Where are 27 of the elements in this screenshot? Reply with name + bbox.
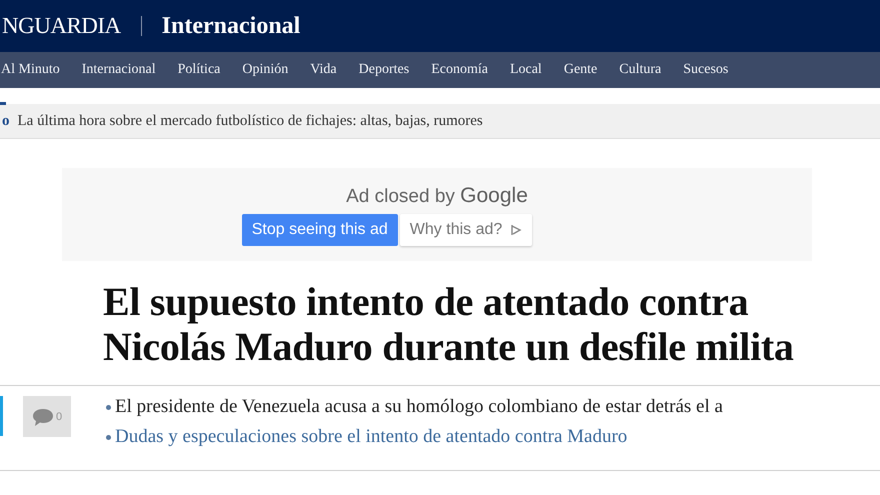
nav-link[interactable]: Internacional bbox=[70, 62, 167, 78]
nav-link[interactable]: Local bbox=[498, 62, 553, 78]
nav-link[interactable]: Al Minuto bbox=[0, 62, 71, 78]
speech-bubble-icon bbox=[32, 406, 54, 426]
ticker-tag: o bbox=[2, 112, 10, 130]
comment-count: 0 bbox=[56, 410, 62, 422]
ad-closed-message: Ad closed by Google bbox=[346, 184, 528, 208]
play-icon bbox=[510, 224, 522, 236]
nav-link[interactable]: Sucesos bbox=[672, 62, 740, 78]
nav-link[interactable]: Vida bbox=[299, 62, 348, 78]
headline: El supuesto intento de atentado contra bbox=[103, 279, 750, 324]
stop-ad-button[interactable]: Stop seeing this ad bbox=[242, 214, 398, 246]
brand-logo-text[interactable]: NGUARDIA bbox=[2, 13, 121, 39]
nav-link[interactable]: Política bbox=[166, 62, 232, 78]
bullet-icon bbox=[106, 404, 111, 410]
ticker-link[interactable]: La última hora sobre el mercado futbolístico de fichajes: altas, bajas, rumores bbox=[18, 112, 483, 130]
nav-link[interactable]: Cultura bbox=[608, 62, 672, 78]
related-text: El presidente de Venezuela acusa a su homólogo colombiano de estar detrás el a bbox=[115, 396, 723, 418]
headline: Nicolás Maduro durante un desfile milita bbox=[103, 324, 795, 369]
nav-link[interactable]: Gente bbox=[552, 62, 608, 78]
related-link[interactable]: Dudas y especulaciones sobre el intento de atentado contra Maduro bbox=[115, 426, 628, 448]
nav-link[interactable]: Economía bbox=[420, 62, 499, 78]
why-ad-button[interactable]: Why this ad? bbox=[400, 214, 532, 246]
section-title[interactable]: Internacional bbox=[162, 12, 300, 40]
nav-link[interactable]: Opinión bbox=[231, 62, 300, 78]
nav-link[interactable]: Deportes bbox=[348, 62, 420, 78]
bullet-icon bbox=[106, 434, 111, 440]
